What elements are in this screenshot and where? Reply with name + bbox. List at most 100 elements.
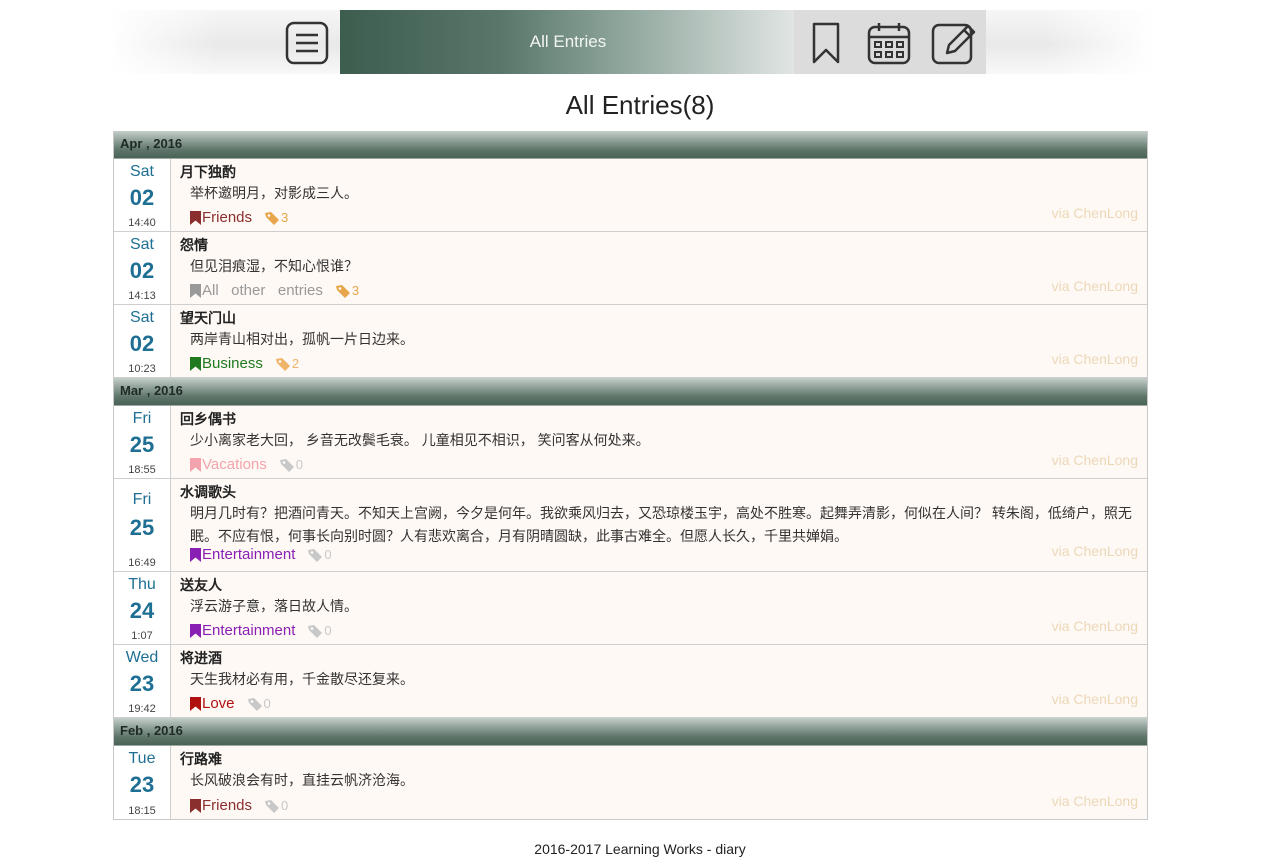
entry-text: 两岸青山相对出，孤帆一片日边来。	[190, 331, 414, 347]
entry-weekday: Fri	[132, 491, 152, 508]
entry-body: 水调歌头 明月几时有？把酒问青天。不知天上宫阙，今夕是何年。我欲乘风归去，又恐琼楼…	[171, 479, 1147, 571]
entry-row[interactable]: Sat 02 10:23 望天门山 两岸青山相对出，孤帆一片日边来。 Business 2 v…	[114, 305, 1147, 378]
entry-tag[interactable]: 0	[264, 798, 288, 813]
category-flag-icon	[190, 547, 201, 562]
entry-meta: Entertainment 0	[190, 622, 332, 639]
entry-time: 10:23	[128, 363, 156, 375]
entry-body: 望天门山两岸青山相对出，孤帆一片日边来。 Business 2 via ChenLon…	[171, 305, 1147, 377]
entry-tag[interactable]: 0	[247, 696, 271, 711]
entry-author: via ChenLong	[1051, 351, 1138, 367]
bookmark-icon	[812, 22, 840, 64]
entry-category[interactable]: Entertainment	[202, 546, 295, 563]
entry-tag-count: 0	[324, 623, 332, 638]
entry-meta: Vacations 0	[190, 456, 303, 473]
entry-body: 送友人 浮云游子意，落日故人情。 Entertainment 0 via ChenLon…	[171, 572, 1147, 644]
tag-icon	[308, 548, 323, 562]
entry-day: 25	[129, 432, 155, 457]
entry-category[interactable]: Friends	[202, 797, 252, 814]
category-flag-icon	[190, 623, 201, 638]
entry-author: via ChenLong	[1051, 691, 1138, 707]
month-header: Apr , 2016	[114, 131, 1147, 159]
entry-date: Thu 24 1:07	[114, 572, 171, 644]
entry-meta: Friends 0	[190, 797, 288, 814]
entry-tag-count: 0	[263, 696, 271, 711]
entry-title: 水调歌头	[180, 484, 236, 500]
month-header: Mar , 2016	[114, 378, 1147, 406]
entry-author: via ChenLong	[1051, 618, 1138, 634]
entry-body: 回乡偶书少小离家老大回， 乡音无改鬓毛衰。 儿童相见不相识， 笑问客从何处来。 V…	[171, 406, 1147, 478]
entry-title: 行路难	[180, 751, 222, 767]
entry-row[interactable]: Sat 02 14:40 月下独酌 举杯邀明月，对影成三人。 Friends 3 via Ch…	[114, 159, 1147, 232]
tag-icon	[265, 211, 280, 225]
top-toolbar: All Entries	[108, 10, 1154, 74]
entry-time: 19:42	[128, 703, 156, 715]
entry-tag-count: 0	[324, 547, 332, 562]
entry-row[interactable]: Thu 24 1:07 送友人 浮云游子意，落日故人情。 Entertainment 0 vi…	[114, 572, 1147, 645]
entry-body: 将进酒 天生我材必有用，千金散尽还复来。 Love 0 via ChenLong	[171, 645, 1147, 717]
entry-row[interactable]: Fri 25 16:49 水调歌头 明月几时有？把酒问青天。不知天上宫阙，今夕是何年。我…	[114, 479, 1147, 572]
edit-button[interactable]	[930, 20, 976, 66]
entry-tag[interactable]: 0	[307, 623, 332, 638]
category-flag-icon	[190, 210, 201, 225]
entry-text: 少小离家老大回， 乡音无改鬓毛衰。 儿童相见不相识， 笑问客从何处来。	[190, 432, 650, 448]
entry-row[interactable]: Wed 23 19:42 将进酒 天生我材必有用，千金散尽还复来。 Love 0 via Ch…	[114, 645, 1147, 718]
bookmark-button[interactable]	[804, 20, 850, 66]
category-flag-icon	[190, 457, 201, 472]
entry-row[interactable]: Sat 02 14:13 怨情 但见泪痕湿，不知心恨谁？ All other entrie…	[114, 232, 1147, 305]
entry-row[interactable]: Fri 25 18:55 回乡偶书 少小离家老大回， 乡音无改鬓毛衰。 儿童相见不相识，…	[114, 406, 1147, 479]
calendar-button[interactable]	[866, 20, 912, 66]
month-header: Feb , 2016	[114, 718, 1147, 746]
entry-day: 02	[129, 185, 155, 210]
entry-tag[interactable]: 3	[264, 210, 288, 225]
tag-icon	[308, 624, 323, 638]
entry-date: Sat 02 14:40	[114, 159, 171, 231]
entry-meta: Love 0	[190, 695, 271, 712]
entry-time: 18:55	[128, 464, 156, 476]
entry-title: 望天门山	[180, 310, 236, 326]
entry-date: Wed 23 19:42	[114, 645, 171, 717]
category-flag-icon	[190, 696, 201, 711]
tag-icon	[335, 284, 350, 298]
tag-icon	[265, 799, 280, 813]
entry-author: via ChenLong	[1051, 793, 1138, 809]
edit-icon	[931, 23, 976, 65]
entry-tag[interactable]: 0	[279, 457, 303, 472]
entry-tag[interactable]: 2	[275, 356, 299, 371]
entry-text: 但见泪痕湿，不知心恨谁？	[190, 258, 358, 274]
entry-body: 行路难长风破浪会有时，直挂云帆济沧海。 Friends 0 via ChenLong	[171, 746, 1147, 819]
entry-tag[interactable]: 3	[335, 283, 359, 298]
entry-author: via ChenLong	[1051, 278, 1138, 294]
entry-text: 长风破浪会有时，直挂云帆济沧海。	[190, 772, 414, 788]
category-flag-icon	[190, 798, 201, 813]
entry-weekday: Wed	[125, 649, 159, 666]
entry-category[interactable]: Vacations	[202, 456, 267, 473]
entry-tag-count: 0	[295, 457, 303, 472]
entry-tag[interactable]: 0	[307, 547, 332, 562]
entry-title: 回乡偶书	[180, 411, 236, 427]
entry-title: 怨情	[180, 237, 208, 253]
entry-author: via ChenLong	[1051, 205, 1138, 221]
entry-date: Fri 25 16:49	[114, 479, 171, 571]
entry-time: 16:49	[128, 557, 156, 569]
entry-category[interactable]: Entertainment	[202, 622, 295, 639]
entry-text: 举杯邀明月，对影成三人。	[190, 185, 358, 201]
entry-text: 天生我材必有用，千金散尽还复来。	[190, 671, 414, 687]
entry-weekday: Sat	[129, 309, 154, 326]
entry-meta: Friends 3	[190, 209, 288, 226]
category-flag-icon	[190, 356, 201, 371]
entry-meta: Entertainment 0	[190, 546, 332, 563]
entry-category[interactable]: All other entries	[202, 282, 323, 299]
entry-category[interactable]: Love	[202, 695, 235, 712]
entry-day: 02	[129, 258, 155, 283]
entry-category[interactable]: Friends	[202, 209, 252, 226]
entry-meta: All other entries 3	[190, 282, 359, 299]
entry-weekday: Sat	[129, 236, 154, 253]
entry-author: via ChenLong	[1051, 543, 1138, 559]
toolbar-title-band: All Entries	[340, 10, 796, 74]
entry-day: 25	[129, 515, 155, 540]
entry-row[interactable]: Tue 23 18:15 行路难 长风破浪会有时，直挂云帆济沧海。 Friends 0 via…	[114, 746, 1147, 819]
entry-day: 23	[129, 671, 155, 696]
entry-category[interactable]: Business	[202, 355, 263, 372]
menu-button[interactable]	[284, 20, 330, 66]
toolbar-title: All Entries	[529, 32, 607, 51]
